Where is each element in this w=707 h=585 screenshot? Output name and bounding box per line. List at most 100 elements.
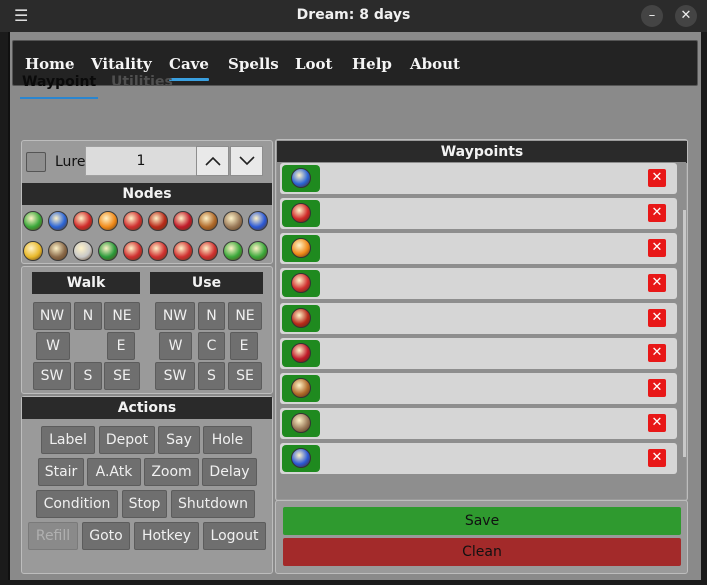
nav-loot[interactable]: Loot bbox=[295, 55, 333, 73]
walk-s-button[interactable]: S bbox=[74, 362, 102, 390]
delete-waypoint-button[interactable]: ✕ bbox=[648, 309, 666, 327]
tab-waypoint[interactable]: Waypoint bbox=[19, 74, 99, 99]
lure-label: Lure bbox=[55, 154, 86, 170]
close-window-button[interactable]: ✕ bbox=[675, 5, 697, 27]
waypoint-row[interactable]: ✕ bbox=[280, 303, 677, 334]
waypoint-row[interactable]: ✕ bbox=[280, 373, 677, 404]
use-w-button[interactable]: W bbox=[159, 332, 192, 360]
nav-home[interactable]: Home bbox=[25, 55, 75, 73]
increment-button[interactable] bbox=[196, 146, 229, 176]
delete-waypoint-button[interactable]: ✕ bbox=[648, 449, 666, 467]
shield-node-icon[interactable] bbox=[73, 241, 93, 261]
arrow-left-node-icon[interactable] bbox=[198, 241, 218, 261]
decrement-button[interactable] bbox=[230, 146, 263, 176]
sword-icon bbox=[291, 378, 311, 398]
arrow-right-node-icon[interactable] bbox=[173, 241, 193, 261]
condition-button[interactable]: Condition bbox=[36, 490, 118, 518]
lock-node-icon[interactable] bbox=[23, 241, 43, 261]
use-n-button[interactable]: N bbox=[198, 302, 225, 330]
question-node-icon[interactable] bbox=[48, 211, 68, 231]
hole-button[interactable]: Hole bbox=[203, 426, 252, 454]
delay-button[interactable]: Delay bbox=[202, 458, 257, 486]
delete-waypoint-button[interactable]: ✕ bbox=[648, 414, 666, 432]
lips-node-icon[interactable] bbox=[173, 211, 193, 231]
triangle-down-node-icon[interactable] bbox=[248, 241, 268, 261]
stair-button[interactable]: Stair bbox=[38, 458, 84, 486]
depot-button[interactable]: Depot bbox=[99, 426, 155, 454]
waypoint-row[interactable]: ✕ bbox=[280, 408, 677, 439]
shutdown-button[interactable]: Shutdown bbox=[171, 490, 255, 518]
logout-button[interactable]: Logout bbox=[203, 522, 266, 550]
use-s-button[interactable]: S bbox=[198, 362, 225, 390]
use-e-button[interactable]: E bbox=[230, 332, 258, 360]
save-button[interactable]: Save bbox=[283, 507, 681, 535]
waypoint-row[interactable]: ✕ bbox=[280, 338, 677, 369]
nav-about[interactable]: About bbox=[410, 55, 460, 73]
use-c-button[interactable]: C bbox=[198, 332, 225, 360]
stop-button[interactable]: Stop bbox=[122, 490, 167, 518]
nav-vitality[interactable]: Vitality bbox=[91, 55, 152, 73]
exclamation-node-icon[interactable] bbox=[73, 211, 93, 231]
check-node-icon[interactable] bbox=[23, 211, 43, 231]
waypoints-header: Waypoints bbox=[277, 141, 687, 163]
waypoint-row[interactable]: ✕ bbox=[280, 268, 677, 299]
waypoint-row[interactable]: ✕ bbox=[280, 163, 677, 194]
walk-n-button[interactable]: N bbox=[74, 302, 102, 330]
waypoint-row[interactable]: ✕ bbox=[280, 443, 677, 474]
walk-e-button[interactable]: E bbox=[107, 332, 135, 360]
tab-utilities[interactable]: Utilities bbox=[111, 74, 173, 90]
say-button[interactable]: Say bbox=[158, 426, 200, 454]
waypoint-type-badge bbox=[282, 375, 320, 402]
lure-input[interactable]: 1 bbox=[85, 146, 197, 176]
delete-waypoint-button[interactable]: ✕ bbox=[648, 344, 666, 362]
use-ne-button[interactable]: NE bbox=[228, 302, 262, 330]
walk-ne-button[interactable]: NE bbox=[104, 302, 140, 330]
flag-node-icon[interactable] bbox=[248, 211, 268, 231]
x-icon bbox=[291, 273, 311, 293]
waypoint-row[interactable]: ✕ bbox=[280, 233, 677, 264]
walk-w-button[interactable]: W bbox=[36, 332, 70, 360]
label-button[interactable]: Label bbox=[41, 426, 95, 454]
lure-checkbox[interactable] bbox=[26, 152, 46, 172]
nav-cave[interactable]: Cave bbox=[169, 55, 209, 81]
waypoint-type-badge bbox=[282, 410, 320, 437]
plus-node-icon[interactable] bbox=[148, 211, 168, 231]
swords-node-icon[interactable] bbox=[48, 241, 68, 261]
walk-sw-button[interactable]: SW bbox=[33, 362, 71, 390]
x-node-icon[interactable] bbox=[123, 211, 143, 231]
lips-icon bbox=[291, 343, 311, 363]
sword-node-icon[interactable] bbox=[198, 211, 218, 231]
arrow-down-node-icon[interactable] bbox=[148, 241, 168, 261]
dollar-node-icon[interactable] bbox=[98, 241, 118, 261]
delete-waypoint-button[interactable]: ✕ bbox=[648, 204, 666, 222]
use-nw-button[interactable]: NW bbox=[155, 302, 195, 330]
walk-nw-button[interactable]: NW bbox=[33, 302, 71, 330]
delete-waypoint-button[interactable]: ✕ bbox=[648, 379, 666, 397]
zoom-button[interactable]: Zoom bbox=[144, 458, 199, 486]
waypoint-row[interactable]: ✕ bbox=[280, 198, 677, 229]
chevron-up-icon bbox=[205, 156, 221, 166]
goto-button[interactable]: Goto bbox=[82, 522, 130, 550]
delete-waypoint-button[interactable]: ✕ bbox=[648, 239, 666, 257]
use-sw-button[interactable]: SW bbox=[155, 362, 195, 390]
use-se-button[interactable]: SE bbox=[228, 362, 262, 390]
star-node-icon[interactable] bbox=[98, 211, 118, 231]
waypoint-type-badge bbox=[282, 445, 320, 472]
clean-button[interactable]: Clean bbox=[283, 538, 681, 566]
walk-se-button[interactable]: SE bbox=[104, 362, 140, 390]
no-entry-node-icon[interactable] bbox=[223, 211, 243, 231]
nav-help[interactable]: Help bbox=[352, 55, 392, 73]
delete-waypoint-button[interactable]: ✕ bbox=[648, 169, 666, 187]
nav-spells[interactable]: Spells bbox=[228, 55, 279, 73]
waypoint-type-badge bbox=[282, 305, 320, 332]
arrow-up-node-icon[interactable] bbox=[123, 241, 143, 261]
waypoint-type-badge bbox=[282, 165, 320, 192]
minimize-button[interactable]: – bbox=[641, 5, 663, 27]
refill-button[interactable]: Refill bbox=[28, 522, 78, 550]
delete-waypoint-button[interactable]: ✕ bbox=[648, 274, 666, 292]
plus-icon bbox=[291, 308, 311, 328]
triangle-up-node-icon[interactable] bbox=[223, 241, 243, 261]
waypoints-scrollbar[interactable] bbox=[683, 210, 686, 457]
hotkey-button[interactable]: Hotkey bbox=[134, 522, 199, 550]
auto-attack-button[interactable]: A.Atk bbox=[87, 458, 141, 486]
